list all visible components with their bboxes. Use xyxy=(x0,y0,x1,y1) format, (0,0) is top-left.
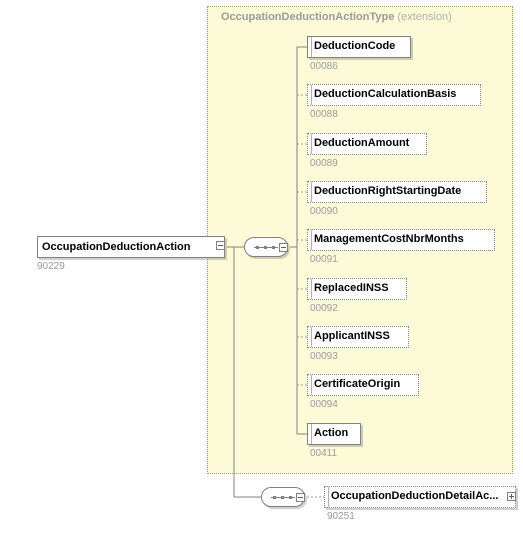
child-code: 00411 xyxy=(310,448,337,459)
minus-icon[interactable] xyxy=(279,243,288,252)
child-code: 00086 xyxy=(310,61,338,72)
child-action[interactable]: Action xyxy=(307,423,361,445)
minus-icon[interactable] xyxy=(296,493,305,502)
child-applicant-inss[interactable]: ApplicantINSS xyxy=(307,326,409,348)
child-label: DeductionCode xyxy=(314,40,395,52)
child-label: ApplicantINSS xyxy=(314,330,390,342)
child-label: CertificateOrigin xyxy=(314,378,400,390)
child-label: DeductionAmount xyxy=(314,137,409,149)
child-code: 00094 xyxy=(310,399,338,410)
child-management-cost-nbr-months[interactable]: ManagementCostNbrMonths xyxy=(307,229,495,251)
extension-type-suffix: (extension) xyxy=(397,11,451,23)
child-code: 00090 xyxy=(310,206,338,217)
child-label: DeductionRightStartingDate xyxy=(314,185,461,197)
child-deduction-amount[interactable]: DeductionAmount xyxy=(307,133,427,155)
plus-icon[interactable] xyxy=(507,492,516,501)
extension-type-name: OccupationDeductionActionType xyxy=(221,11,394,23)
child-certificate-origin[interactable]: CertificateOrigin xyxy=(307,374,419,396)
child-label: ManagementCostNbrMonths xyxy=(314,233,464,245)
sequence-outer[interactable] xyxy=(244,237,288,257)
child-deduction-right-starting-date[interactable]: DeductionRightStartingDate xyxy=(307,181,487,203)
child-code: 00088 xyxy=(310,109,338,120)
child-code: 90251 xyxy=(327,511,355,522)
child-code: 00089 xyxy=(310,158,338,169)
root-element[interactable]: OccupationDeductionAction xyxy=(37,236,225,258)
sequence-inner[interactable] xyxy=(261,487,305,507)
child-label: ReplacedINSS xyxy=(314,282,389,294)
child-label: Action xyxy=(314,427,348,439)
root-element-label: OccupationDeductionAction xyxy=(42,241,191,253)
root-element-code: 90229 xyxy=(37,261,65,272)
extension-title: OccupationDeductionActionType (extension… xyxy=(221,11,452,23)
child-code: 00093 xyxy=(310,351,338,362)
child-replaced-inss[interactable]: ReplacedINSS xyxy=(307,278,407,300)
child-label: OccupationDeductionDetailAc... xyxy=(331,490,498,502)
minus-icon[interactable] xyxy=(216,241,225,250)
child-deduction-calculation-basis[interactable]: DeductionCalculationBasis xyxy=(307,84,481,106)
child-code: 00091 xyxy=(310,254,338,265)
child-code: 00092 xyxy=(310,303,338,314)
child-label: DeductionCalculationBasis xyxy=(314,88,456,100)
child-deduction-code[interactable]: DeductionCode xyxy=(307,36,411,58)
child-occupation-deduction-detail[interactable]: OccupationDeductionDetailAc... xyxy=(324,486,516,508)
